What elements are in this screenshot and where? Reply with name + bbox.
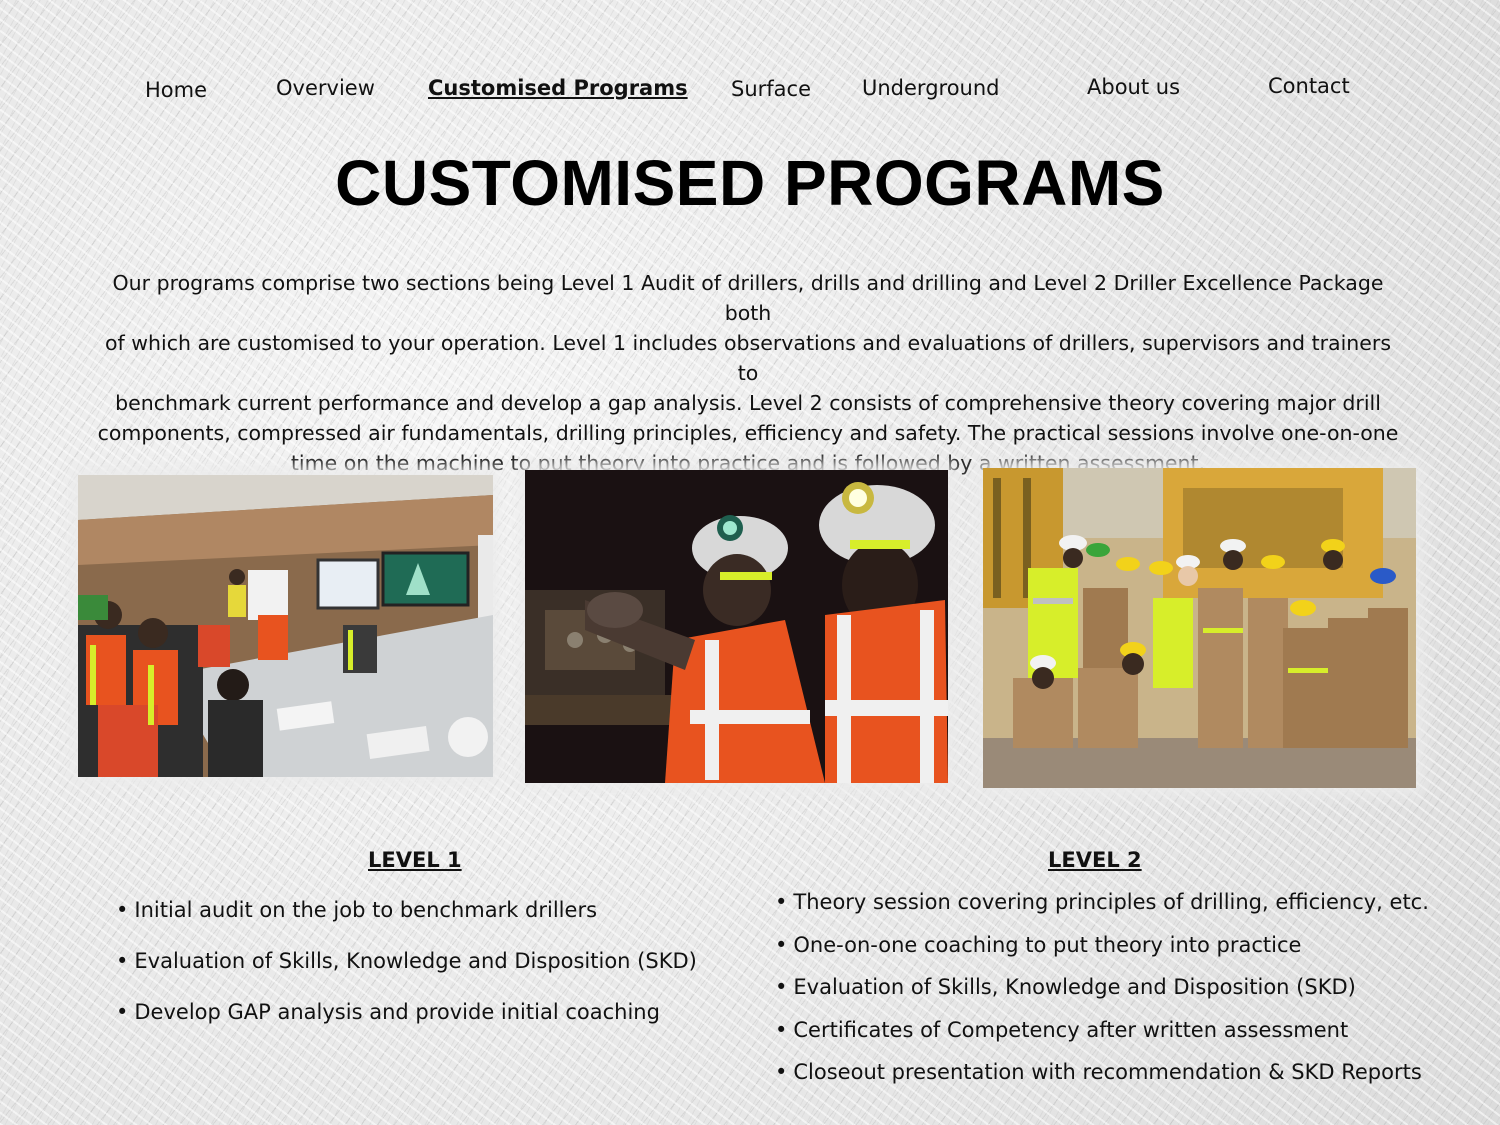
list-item: • One-on-one coaching to put theory into … (775, 932, 1302, 957)
nav-link-overview[interactable]: Overview (276, 76, 375, 100)
crew-photo-graphic (983, 468, 1416, 788)
bullet-icon: • (775, 932, 788, 957)
classroom-photo-graphic (78, 475, 493, 777)
list-item: • Develop GAP analysis and provide initia… (116, 1000, 660, 1024)
intro-line: components, compressed air fundamentals,… (97, 421, 1399, 445)
list-item: • Evaluation of Skills, Knowledge and Dis… (775, 975, 1356, 999)
intro-line: of which are customised to your operatio… (104, 331, 1392, 385)
nav-link-customised-programs[interactable]: Customised Programs (428, 76, 688, 100)
level-2-heading: LEVEL 2 (1048, 848, 1142, 872)
nav-link-surface[interactable]: Surface (731, 77, 811, 101)
underground-photo-graphic (525, 470, 948, 783)
classroom-training-photo (78, 475, 493, 777)
list-item: • Theory session covering principles of d… (775, 890, 1429, 914)
page-title: CUSTOMISED PROGRAMS (335, 147, 1165, 219)
nav-link-contact[interactable]: Contact (1268, 74, 1350, 98)
level-2-list: • Theory session covering principles of d… (775, 890, 1429, 1103)
bullet-icon: • (116, 949, 129, 973)
intro-paragraph: Our programs comprise two sections being… (95, 268, 1401, 478)
bullet-icon: • (775, 890, 788, 914)
list-item: • Closeout presentation with recommendati… (775, 1060, 1422, 1084)
intro-line: benchmark current performance and develo… (115, 391, 1381, 415)
bullet-icon: • (775, 975, 788, 999)
main-navigation: Home Overview Customised Programs Surfac… (0, 0, 1500, 130)
list-item: • Initial audit on the job to benchmark d… (116, 898, 598, 922)
nav-link-underground[interactable]: Underground (862, 76, 1000, 100)
bullet-icon: • (116, 1000, 129, 1024)
bullet-icon: • (775, 1060, 788, 1084)
drill-crew-group-photo (983, 468, 1416, 788)
bullet-icon: • (116, 898, 129, 922)
bullet-icon: • (775, 1017, 788, 1042)
list-item: • Evaluation of Skills, Knowledge and Dis… (116, 949, 697, 973)
nav-link-about-us[interactable]: About us (1087, 75, 1180, 99)
list-item: • Certificates of Competency after writte… (775, 1017, 1349, 1042)
intro-line: Our programs comprise two sections being… (112, 271, 1384, 325)
level-1-list: • Initial audit on the job to benchmark d… (116, 898, 697, 1051)
level-1-heading: LEVEL 1 (368, 848, 462, 872)
nav-link-home[interactable]: Home (145, 78, 207, 102)
underground-drillers-photo (525, 470, 948, 783)
